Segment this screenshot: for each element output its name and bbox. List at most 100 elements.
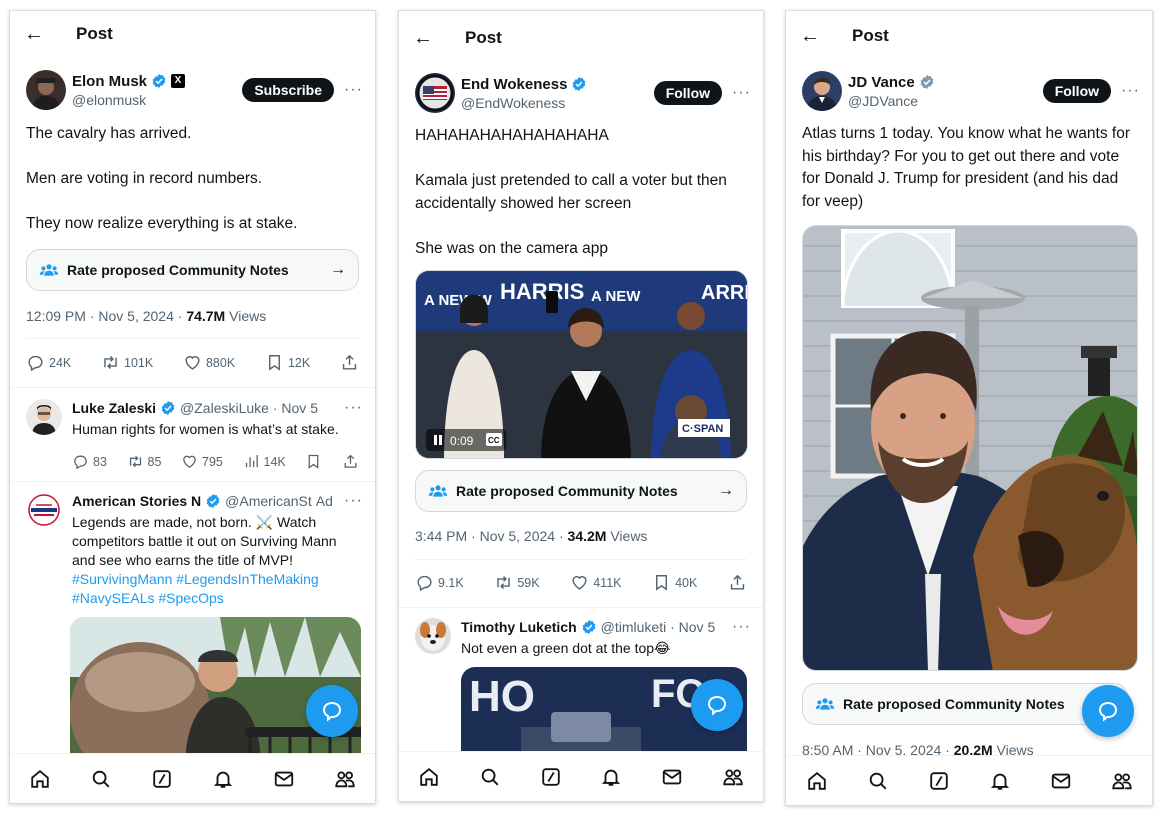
avatar[interactable] xyxy=(415,618,451,654)
reply-post[interactable]: Luke Zaleski @ZaleskiLuke · Nov 5 ··· Hu… xyxy=(26,399,363,470)
community-notes-button[interactable]: Rate proposed Community Notes → xyxy=(26,249,359,291)
page-title: Post xyxy=(465,28,502,47)
author-handle[interactable]: @EndWokeness xyxy=(461,95,654,111)
author-handle[interactable]: @JDVance xyxy=(848,93,1043,109)
bookmark-count: 40K xyxy=(675,575,698,590)
ad-text: Legends are made, not born. ⚔️ Watch com… xyxy=(72,513,363,608)
bookmark-icon xyxy=(652,573,671,592)
nav-grok[interactable] xyxy=(142,759,182,799)
reply-button[interactable]: 24K xyxy=(26,353,71,372)
author-handle[interactable]: @elonmusk xyxy=(72,92,242,108)
cc-label[interactable]: CC xyxy=(488,436,500,445)
like-button[interactable]: 411K xyxy=(570,573,621,592)
back-arrow-icon[interactable]: ← xyxy=(10,23,58,46)
bookmark-button[interactable]: 12K xyxy=(265,353,310,372)
views-icon xyxy=(243,453,260,470)
ad-post[interactable]: American Stories N @AmericanSt Ad ··· Le… xyxy=(26,492,363,608)
verified-badge-icon xyxy=(205,493,221,509)
reply-author-name[interactable]: Timothy Luketich xyxy=(461,619,577,635)
reply-author-name[interactable]: Luke Zaleski xyxy=(72,400,156,416)
follow-button[interactable]: Follow xyxy=(1042,79,1112,103)
reply-button[interactable]: 83 xyxy=(72,453,107,470)
top-bar: ← Post xyxy=(10,11,375,57)
back-arrow-icon[interactable]: ← xyxy=(786,25,834,48)
repost-icon xyxy=(127,453,144,470)
nav-notifications[interactable] xyxy=(203,759,243,799)
subscribe-button[interactable]: Subscribe xyxy=(242,78,335,102)
more-options-icon[interactable]: ··· xyxy=(732,84,751,102)
avatar[interactable] xyxy=(26,492,62,528)
compose-chat-button[interactable] xyxy=(691,679,743,731)
nav-communities[interactable] xyxy=(325,759,365,799)
like-button[interactable]: 795 xyxy=(181,453,223,470)
reply-text: Human rights for women is what’s at stak… xyxy=(72,421,339,437)
repost-button[interactable]: 101K xyxy=(101,353,153,372)
like-button[interactable]: 880K xyxy=(183,353,235,372)
views-label: Views xyxy=(225,308,267,324)
nav-grok[interactable] xyxy=(919,761,959,801)
avatar[interactable] xyxy=(415,73,455,113)
avatar[interactable] xyxy=(802,71,842,111)
avatar[interactable] xyxy=(26,399,62,435)
more-options-icon[interactable]: ··· xyxy=(728,618,751,636)
follow-button[interactable]: Follow xyxy=(653,81,723,105)
nav-messages[interactable] xyxy=(264,759,304,799)
author-name[interactable]: JD Vance xyxy=(848,74,915,91)
nav-communities[interactable] xyxy=(1102,761,1142,801)
reply-meta: @ZaleskiLuke · Nov 5 xyxy=(180,400,318,416)
bookmark-button[interactable]: 40K xyxy=(652,573,697,592)
reply-button[interactable]: 9.1K xyxy=(415,573,464,592)
bookmark-icon xyxy=(305,453,322,470)
compose-chat-button[interactable] xyxy=(306,685,358,737)
reply-post[interactable]: Timothy Luketich @timluketi · Nov 5 ··· … xyxy=(415,618,751,658)
svg-text:A NEW: A NEW xyxy=(591,288,641,305)
community-notes-icon xyxy=(39,262,59,278)
repost-count: 101K xyxy=(124,355,154,370)
nav-search[interactable] xyxy=(81,759,121,799)
nav-grok[interactable] xyxy=(531,757,571,797)
nav-search[interactable] xyxy=(470,757,510,797)
nav-home[interactable] xyxy=(797,761,837,801)
nav-home[interactable] xyxy=(20,759,60,799)
nav-search[interactable] xyxy=(858,761,898,801)
nav-communities[interactable] xyxy=(713,757,753,797)
share-button[interactable] xyxy=(728,573,747,592)
bookmark-button[interactable] xyxy=(305,453,322,470)
share-button[interactable] xyxy=(340,353,359,372)
avatar[interactable] xyxy=(26,70,66,110)
share-button[interactable] xyxy=(342,453,359,470)
more-options-icon[interactable]: ··· xyxy=(1121,82,1140,100)
views-label: Views xyxy=(606,528,648,544)
more-options-icon[interactable]: ··· xyxy=(340,492,363,510)
compose-chat-button[interactable] xyxy=(1082,685,1134,737)
repost-button[interactable]: 59K xyxy=(494,573,540,592)
post-photo[interactable] xyxy=(802,225,1138,671)
views-button[interactable]: 14K xyxy=(243,453,286,470)
share-icon xyxy=(728,573,747,592)
more-options-icon[interactable]: ··· xyxy=(340,399,363,417)
nav-messages[interactable] xyxy=(1041,761,1081,801)
author-name[interactable]: Elon Musk xyxy=(72,73,147,90)
nav-notifications[interactable] xyxy=(591,757,631,797)
share-icon xyxy=(340,353,359,372)
repost-button[interactable]: 85 xyxy=(127,453,162,470)
nav-home[interactable] xyxy=(409,757,449,797)
nav-notifications[interactable] xyxy=(980,761,1020,801)
reply-count: 9.1K xyxy=(438,575,464,590)
more-options-icon[interactable]: ··· xyxy=(344,81,363,99)
author-name[interactable]: End Wokeness xyxy=(461,76,567,93)
back-arrow-icon[interactable]: ← xyxy=(399,27,447,50)
post-video[interactable]: A NEW W HARRIS A NEW ARRIS 0:09 CC C·SPA… xyxy=(415,270,748,459)
repost-count: 85 xyxy=(147,454,162,469)
community-notes-button[interactable]: Rate proposed Community Notes xyxy=(802,683,1128,725)
post-actions: 9.1K 59K 411K 40K xyxy=(415,573,747,592)
community-notes-button[interactable]: Rate proposed Community Notes → xyxy=(415,470,747,512)
ad-hashtags[interactable]: #SurvivingMann #LegendsInTheMaking #Navy… xyxy=(72,571,319,606)
views-count: 14K xyxy=(263,454,286,469)
like-count: 411K xyxy=(593,575,622,590)
like-icon xyxy=(181,453,198,470)
ad-author-name[interactable]: American Stories N xyxy=(72,493,201,509)
nav-messages[interactable] xyxy=(652,757,692,797)
reply-count: 24K xyxy=(49,355,72,370)
page-title: Post xyxy=(852,26,889,45)
